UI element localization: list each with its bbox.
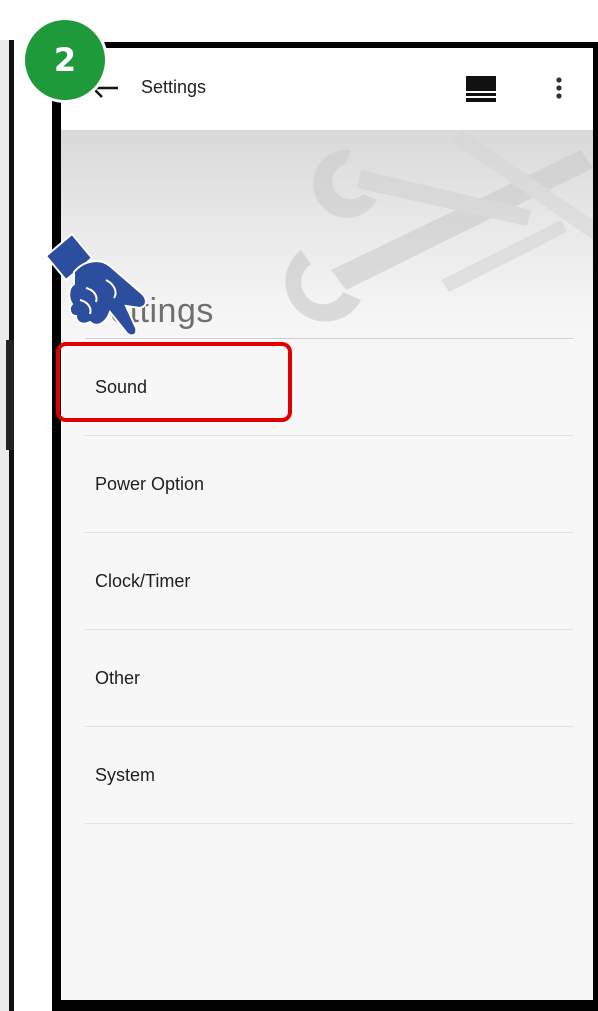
- menu-item-label: System: [95, 765, 156, 785]
- menu-item-label: Clock/Timer: [95, 571, 191, 591]
- menu-item-clock-timer[interactable]: Clock/Timer: [85, 533, 573, 630]
- menu-item-label: Other: [95, 668, 141, 688]
- menu-item-power-option[interactable]: Power Option: [85, 436, 573, 533]
- menu-item-system[interactable]: System: [85, 727, 573, 824]
- app-bar: Settings: [61, 48, 593, 130]
- pointing-hand-icon: [44, 232, 147, 337]
- highlight-box: [56, 342, 292, 422]
- adjacent-phone-button: [6, 340, 14, 450]
- step-badge: 2: [25, 20, 105, 100]
- more-vert-icon[interactable]: [549, 74, 569, 104]
- adjacent-phone-bezel: [0, 40, 14, 1011]
- menu-item-label: Power Option: [95, 474, 205, 494]
- adjacent-phone-screen: [0, 40, 9, 1011]
- phone-screen: Settings Settings Sound Power Option Clo…: [61, 48, 593, 1000]
- menu-item-other[interactable]: Other: [85, 630, 573, 727]
- display-mode-icon[interactable]: [465, 75, 497, 103]
- phone-frame: Settings Settings Sound Power Option Clo…: [52, 42, 598, 1011]
- app-bar-title: Settings: [141, 77, 207, 97]
